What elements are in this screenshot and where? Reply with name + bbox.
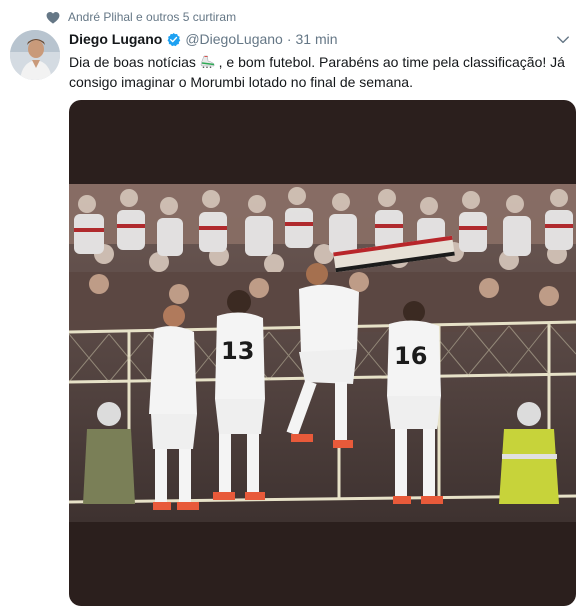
tweet-header: Diego Lugano @DiegoLugano · 31 min (69, 30, 570, 48)
verified-badge-icon (167, 32, 181, 46)
timestamp[interactable]: 31 min (296, 31, 338, 47)
media-photo[interactable]: 13 16 (69, 184, 576, 522)
tweet-media[interactable]: 13 16 (69, 100, 576, 606)
social-context[interactable]: André Plihal e outros 5 curtiram (46, 9, 236, 25)
jersey-number-16: 16 (394, 342, 427, 370)
social-context-text: André Plihal e outros 5 curtiram (68, 10, 237, 24)
separator-dot: · (286, 31, 292, 47)
jersey-number-13: 13 (221, 337, 254, 365)
tweet-text: Dia de boas notícias , e bom futebol. Pa… (69, 52, 569, 92)
display-name[interactable]: Diego Lugano (69, 31, 162, 47)
user-handle[interactable]: @DiegoLugano (185, 31, 283, 47)
chevron-down-icon[interactable] (556, 34, 570, 46)
avatar-image (10, 30, 60, 80)
avatar[interactable] (10, 30, 60, 80)
soccer-boot-emoji-icon (200, 55, 215, 69)
heart-icon (46, 11, 60, 24)
tweet-text-part-1: Dia de boas notícias (69, 54, 200, 70)
